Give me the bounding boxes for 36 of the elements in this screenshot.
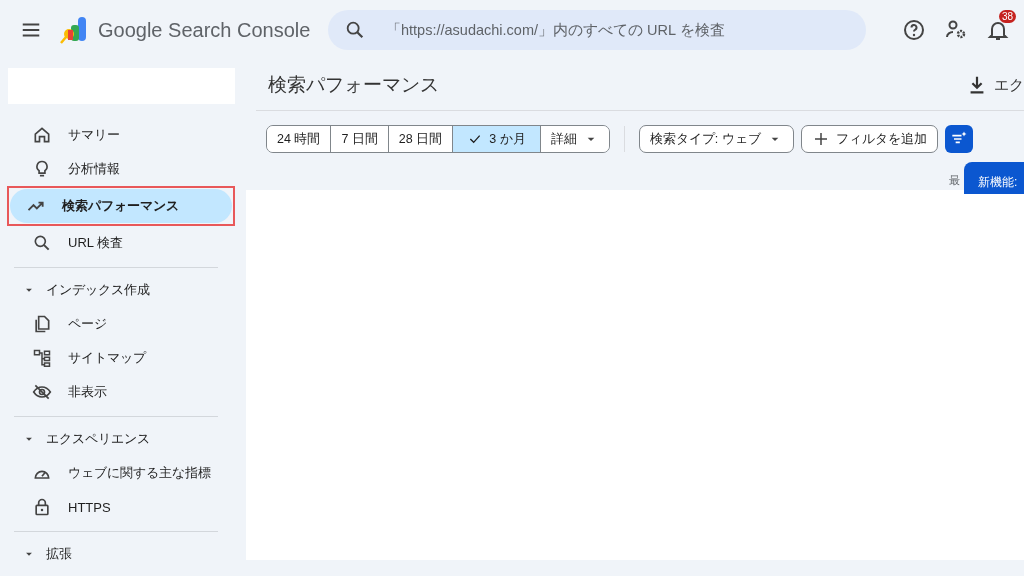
add-filter-button[interactable]: フィルタを追加: [800, 125, 938, 153]
help-icon: [902, 18, 926, 42]
date-range-tab[interactable]: 24 時間: [267, 126, 331, 152]
home-icon: [32, 125, 52, 145]
search-type-dropdown[interactable]: 検索タイプ: ウェブ: [638, 125, 794, 153]
new-feature-tooltip: 新機能:: [964, 162, 1024, 194]
date-range-tab[interactable]: 詳細: [539, 126, 609, 152]
section-header[interactable]: インデックス作成: [0, 273, 246, 307]
nav-item[interactable]: 非表示: [8, 375, 230, 409]
section-header[interactable]: 拡張: [0, 537, 246, 571]
nav-item[interactable]: サイトマップ: [8, 341, 230, 375]
pages-icon: [32, 314, 52, 334]
eye-slash-icon: [32, 382, 52, 402]
lock-icon: [32, 497, 52, 517]
nav-item[interactable]: HTTPS: [8, 490, 230, 524]
search-icon: [344, 19, 366, 41]
nav-item[interactable]: URL 検査: [8, 226, 230, 260]
export-button[interactable]: エク: [966, 74, 1024, 96]
date-range-tab[interactable]: 3 か月: [452, 126, 540, 152]
help-button[interactable]: [902, 18, 926, 42]
page-title: 検索パフォーマンス: [268, 73, 439, 97]
filter-button[interactable]: [944, 125, 973, 153]
nav-item[interactable]: ウェブに関する主な指標: [8, 456, 230, 490]
product-name: Google Search Console: [98, 18, 311, 42]
nav-item[interactable]: ページ: [8, 307, 230, 341]
section-header[interactable]: エクスペリエンス: [0, 422, 246, 456]
search-field[interactable]: 「https://asudachi.com/」内のすべての URL を検査: [328, 10, 866, 50]
nav-item[interactable]: サマリー: [8, 118, 230, 152]
nav-item[interactable]: 検索パフォーマンス: [10, 189, 232, 223]
nav-item[interactable]: 分析情報: [8, 152, 230, 186]
updated-label: 最: [949, 173, 960, 188]
sitemap-icon: [32, 348, 52, 368]
notification-count: 38: [998, 10, 1016, 23]
date-range-tab[interactable]: 28 日間: [387, 126, 453, 152]
date-range-tab[interactable]: 7 日間: [330, 126, 388, 152]
search-icon: [32, 233, 52, 253]
